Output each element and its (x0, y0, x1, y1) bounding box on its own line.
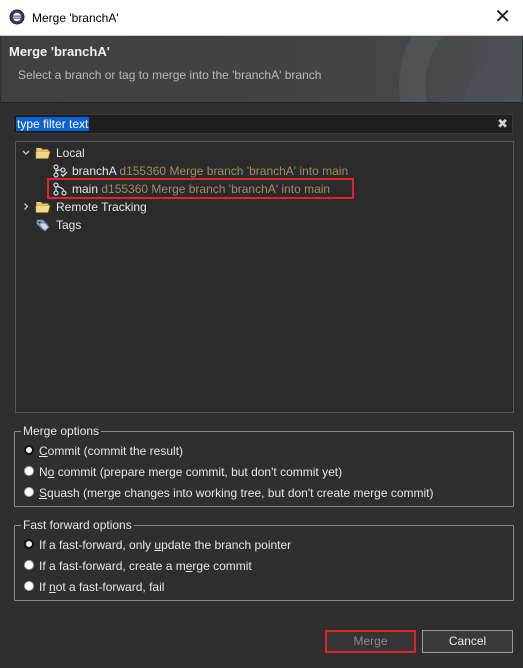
fast-forward-options-legend: Fast forward options (21, 518, 134, 532)
branch-name: branchA (72, 164, 117, 178)
mnemonic-letter: C (39, 444, 48, 458)
radio-label: ommit (commit the result) (47, 444, 184, 458)
eclipse-app-icon (9, 9, 25, 25)
expand-chevron-down-icon[interactable] (20, 144, 32, 169)
close-icon[interactable]: ✕ (494, 6, 511, 28)
tree-label-remote-tracking: Remote Tracking (56, 200, 147, 214)
radio-label: rge commit (192, 559, 252, 573)
fast-forward-options-group: Fast forward options If a fast-forward, … (14, 518, 514, 601)
radio-label: ot a fast-forward, fail (55, 580, 165, 594)
cancel-button[interactable]: Cancel (422, 630, 513, 653)
radio-label-prefix: If a fast-forward, create a m (39, 559, 186, 573)
radio-label: quash (merge changes into working tree, … (47, 486, 434, 500)
tree-label-local: Local (56, 146, 85, 160)
radio-button[interactable] (24, 581, 34, 591)
branch-tree[interactable]: Local branchA d155360 Merge branch 'bran… (15, 141, 514, 413)
merge-options-legend: Merge options (21, 424, 102, 438)
banner-decoration (399, 36, 522, 102)
window-title: Merge 'branchA' (32, 11, 119, 25)
branch-name: main (72, 182, 99, 196)
dialog-heading: Merge 'branchA' (9, 44, 110, 59)
open-folder-icon (35, 202, 51, 213)
clear-filter-icon[interactable]: ✖ (497, 116, 508, 132)
branch-commit: d155360 Merge branch 'branchA' into main (101, 182, 331, 196)
branch-icon (53, 182, 67, 196)
dialog-header: Merge 'branchA' Select a branch or tag t… (1, 36, 522, 102)
header-divider (1, 102, 522, 103)
radio-button-selected[interactable] (24, 445, 34, 455)
open-folder-icon (35, 148, 51, 159)
radio-label: commit (prepare merge commit, but don't … (54, 465, 343, 479)
merge-button[interactable]: Merge (325, 630, 416, 653)
window-titlebar: Merge 'branchA' ✕ (0, 0, 523, 36)
radio-button[interactable] (24, 466, 34, 476)
radio-label-prefix: If (39, 580, 50, 594)
dialog-subtitle: Select a branch or tag to merge into the… (18, 68, 322, 82)
mnemonic-letter: n (49, 580, 56, 594)
branch-commit: d155360 Merge branch 'branchA' into main (119, 164, 349, 178)
filter-input[interactable]: type filter text ✖ (13, 114, 513, 134)
mnemonic-letter: S (39, 486, 48, 500)
radio-label-prefix: If a fast-forward, only (39, 538, 155, 552)
radio-button-selected[interactable] (24, 539, 34, 549)
radio-label: pdate the branch pointer (161, 538, 292, 552)
tree-label-tags: Tags (56, 218, 82, 232)
tags-icon (36, 219, 50, 232)
expand-chevron-right-icon[interactable] (20, 198, 32, 223)
merge-options-group: Merge options Commit (commit the result)… (14, 424, 514, 507)
filter-input-value[interactable]: type filter text (16, 117, 90, 131)
radio-label-prefix: N (39, 465, 48, 479)
radio-button[interactable] (24, 560, 34, 570)
branch-checked-out-icon (53, 164, 68, 178)
radio-button[interactable] (24, 487, 34, 497)
